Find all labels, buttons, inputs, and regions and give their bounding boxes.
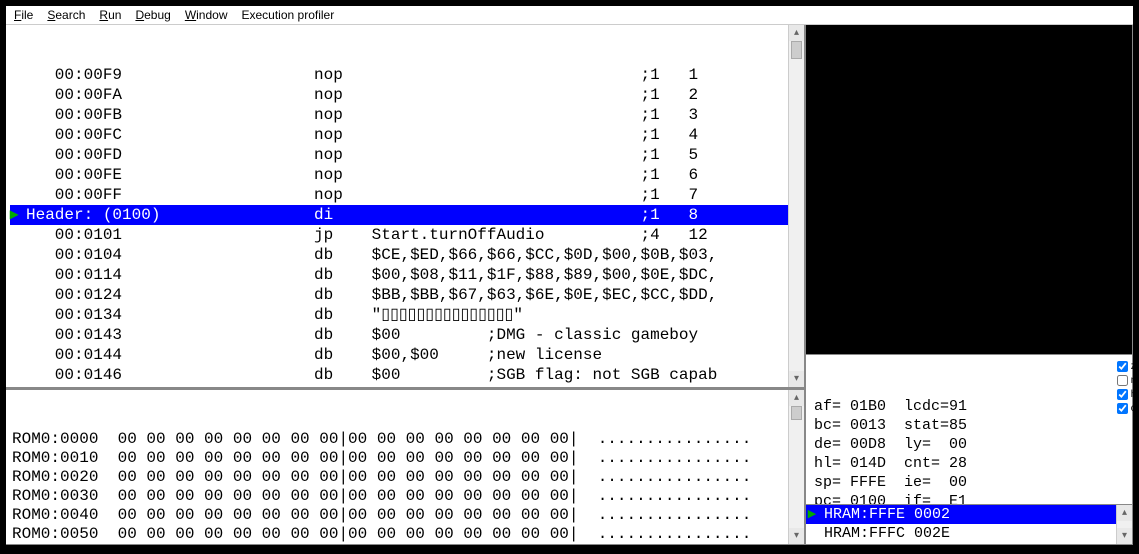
disasm-row[interactable]: 00:00F9 nop ;1 1 [10,65,804,85]
menu-debug[interactable]: Debug [135,8,170,22]
current-line-indicator-icon [10,285,26,305]
memory-row[interactable]: ROM0:0010 00 00 00 00 00 00 00 00|00 00 … [12,449,798,468]
disasm-row[interactable]: 00:0143 db $00 ;DMG - classic gameboy [10,325,804,345]
flag-h[interactable]: h [1117,389,1137,403]
disasm-row[interactable]: 00:0114 db $00,$08,$11,$1F,$88,$89,$00,$… [10,265,804,285]
disasm-row[interactable]: 00:00FE nop ;1 6 [10,165,804,185]
flag-z[interactable]: z [1117,361,1137,375]
disasm-row[interactable]: 00:0144 db $00,$00 ;new license [10,345,804,365]
menu-profiler[interactable]: Execution profiler [242,8,335,22]
disasm-text: 00:0124 db $BB,$BB,$67,$63,$6E,$0E,$EC,$… [26,285,804,305]
register-line: hl= 014D cnt= 28 [814,454,1124,473]
register-line: de= 00D8 ly= 00 [814,435,1124,454]
current-line-indicator-icon [10,85,26,105]
disasm-row[interactable]: 00:0134 db "▯▯▯▯▯▯▯▯▯▯▯▯▯▯▯" [10,305,804,325]
registers-pane[interactable]: af= 01B0 lcdc=91bc= 0013 stat=85de= 00D8… [806,355,1133,505]
disasm-text: 00:00FA nop ;1 2 [26,85,804,105]
disasm-text: 00:00FB nop ;1 3 [26,105,804,125]
current-line-indicator-icon [10,265,26,285]
disasm-row[interactable]: 00:00FB nop ;1 3 [10,105,804,125]
current-line-indicator-icon [10,185,26,205]
video-output-pane [806,25,1133,355]
current-line-indicator-icon: ▸ [10,205,26,225]
current-line-indicator-icon [10,325,26,345]
register-line: af= 01B0 lcdc=91 [814,397,1124,416]
current-line-indicator-icon [10,145,26,165]
current-line-indicator-icon [10,125,26,145]
disasm-text: 00:0143 db $00 ;DMG - classic gameboy [26,325,804,345]
scroll-up-icon[interactable]: ▴ [789,25,804,41]
disasm-text: 00:00FC nop ;1 4 [26,125,804,145]
memory-row[interactable]: ROM0:0000 00 00 00 00 00 00 00 00|00 00 … [12,430,798,449]
current-line-indicator-icon [10,365,26,385]
stack-pane[interactable]: ▸HRAM:FFFE 0002HRAM:FFFC 002E ▴ ▾ [806,505,1133,545]
scroll-up-icon[interactable]: ▴ [789,390,804,406]
disasm-row[interactable]: 00:00FA nop ;1 2 [10,85,804,105]
memory-row[interactable]: ROM0:0050 00 00 00 00 00 00 00 00|00 00 … [12,525,798,544]
disasm-text: 00:0104 db $CE,$ED,$66,$66,$CC,$0D,$00,$… [26,245,804,265]
disasm-text: 00:00FF nop ;1 7 [26,185,804,205]
current-line-indicator-icon [10,165,26,185]
current-line-indicator-icon [10,345,26,365]
flag-n[interactable]: n [1117,375,1137,389]
menu-run[interactable]: Run [99,8,121,22]
stack-scrollbar[interactable]: ▴ ▾ [1116,505,1132,544]
disasm-text: 00:00F9 nop ;1 1 [26,65,804,85]
current-line-indicator-icon [10,305,26,325]
disasm-row[interactable]: ▸Header: (0100) di ;1 8 [10,205,804,225]
disassembly-pane[interactable]: 00:00F9 nop ;1 1 00:00FA nop ;1 2 00:00F… [6,25,805,388]
register-line: pc= 0100 if= E1 [814,492,1124,505]
disasm-text: 00:00FD nop ;1 5 [26,145,804,165]
memory-row[interactable]: ROM0:0020 00 00 00 00 00 00 00 00|00 00 … [12,468,798,487]
memory-pane[interactable]: ROM0:0000 00 00 00 00 00 00 00 00|00 00 … [6,388,805,545]
disasm-row[interactable]: 00:0104 db $CE,$ED,$66,$66,$CC,$0D,$00,$… [10,245,804,265]
stack-row[interactable]: HRAM:FFFC 002E [806,524,1132,543]
current-line-indicator-icon [10,105,26,125]
disasm-text: 00:00FE nop ;1 6 [26,165,804,185]
current-line-indicator-icon [10,245,26,265]
disasm-row[interactable]: 00:0101 jp Start.turnOffAudio ;4 12 [10,225,804,245]
current-line-indicator-icon [10,225,26,245]
current-stack-indicator-icon: ▸ [808,505,816,524]
scroll-up-icon[interactable]: ▴ [1117,505,1132,521]
menu-window[interactable]: Window [185,8,228,22]
register-line: bc= 0013 stat=85 [814,416,1124,435]
disasm-row[interactable]: 00:00FD nop ;1 5 [10,145,804,165]
disasm-text: 00:0144 db $00,$00 ;new license [26,345,804,365]
disasm-text: 00:0134 db "▯▯▯▯▯▯▯▯▯▯▯▯▯▯▯" [26,305,804,325]
memory-scrollbar[interactable]: ▴ ▾ [788,390,804,544]
disasm-scrollbar[interactable]: ▴ ▾ [788,25,804,387]
disasm-text: Header: (0100) di ;1 8 [26,205,804,225]
cpu-flags: z n h c [1117,361,1137,417]
register-line: sp= FFFE ie= 00 [814,473,1124,492]
disasm-text: 00:0114 db $00,$08,$11,$1F,$88,$89,$00,$… [26,265,804,285]
flag-c[interactable]: c [1117,403,1137,417]
current-line-indicator-icon [10,65,26,85]
disasm-row[interactable]: 00:0146 db $00 ;SGB flag: not SGB capab [10,365,804,385]
scroll-thumb[interactable] [791,406,802,420]
scroll-thumb[interactable] [791,41,802,59]
scroll-down-icon[interactable]: ▾ [1117,528,1132,544]
menu-bar: File Search Run Debug Window Execution p… [6,6,1133,25]
scroll-down-icon[interactable]: ▾ [789,371,804,387]
disasm-text: 00:0101 jp Start.turnOffAudio ;4 12 [26,225,804,245]
disasm-text: 00:0146 db $00 ;SGB flag: not SGB capab [26,365,804,385]
scroll-down-icon[interactable]: ▾ [789,528,804,544]
disasm-row[interactable]: 00:00FC nop ;1 4 [10,125,804,145]
memory-row[interactable]: ROM0:0040 00 00 00 00 00 00 00 00|00 00 … [12,506,798,525]
menu-file[interactable]: File [14,8,33,22]
memory-row[interactable]: ROM0:0060 00 00 00 00 00 00 00 00|00 00 … [12,544,798,545]
disasm-row[interactable]: 00:00FF nop ;1 7 [10,185,804,205]
menu-search[interactable]: Search [47,8,85,22]
memory-row[interactable]: ROM0:0030 00 00 00 00 00 00 00 00|00 00 … [12,487,798,506]
stack-row[interactable]: ▸HRAM:FFFE 0002 [806,505,1132,524]
disasm-row[interactable]: 00:0124 db $BB,$BB,$67,$63,$6E,$0E,$EC,$… [10,285,804,305]
